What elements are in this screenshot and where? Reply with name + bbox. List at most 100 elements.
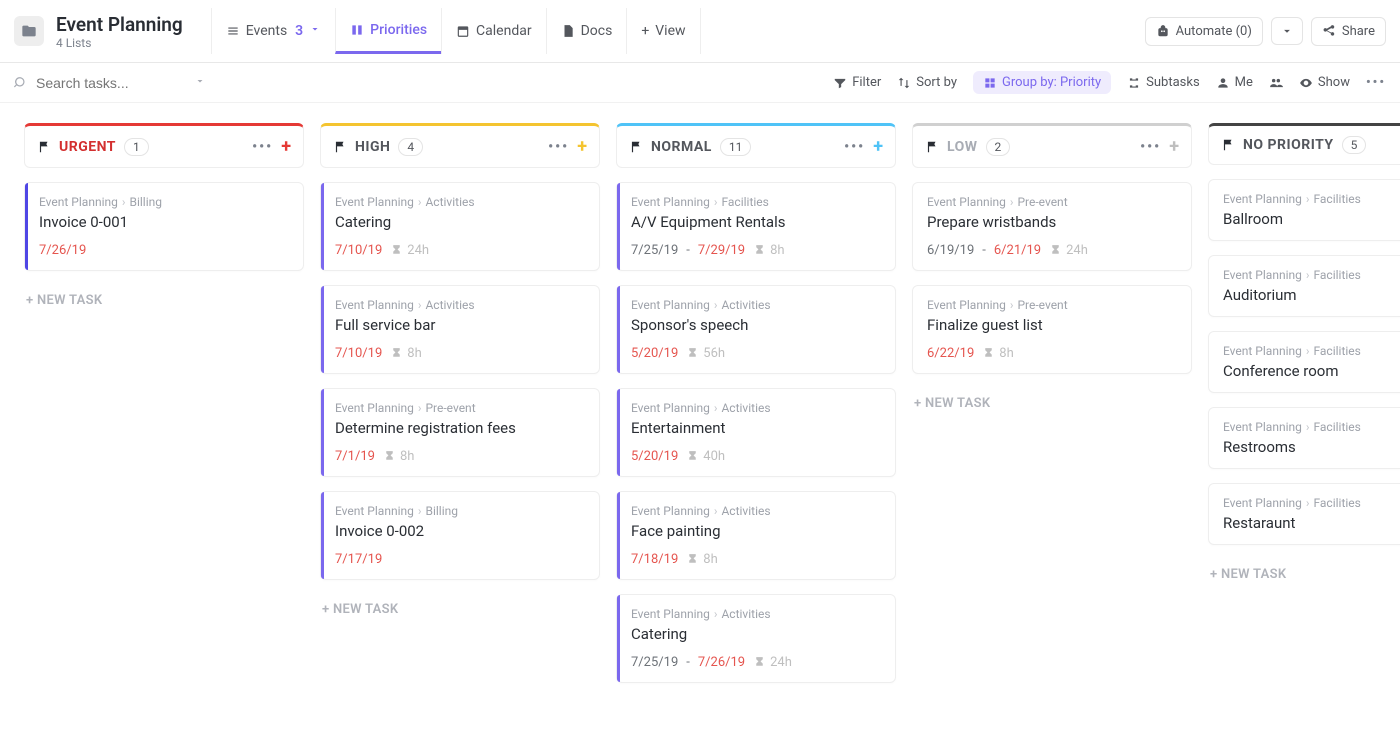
task-date: 7/26/19 bbox=[39, 243, 86, 258]
new-task-button[interactable]: + NEW TASK bbox=[24, 285, 304, 316]
breadcrumb: Event Planning›Activities bbox=[631, 401, 881, 415]
assignees-button[interactable] bbox=[1269, 76, 1283, 90]
filter-button[interactable]: Filter bbox=[833, 75, 881, 90]
task-card[interactable]: Event Planning›Activities Catering 7/25/… bbox=[616, 594, 896, 683]
show-button[interactable]: Show bbox=[1299, 75, 1350, 90]
automate-dropdown[interactable] bbox=[1271, 17, 1303, 45]
task-title: Catering bbox=[631, 625, 881, 643]
new-task-button[interactable]: + NEW TASK bbox=[912, 388, 1192, 419]
breadcrumb: Event Planning›Activities bbox=[631, 298, 881, 312]
column-header-normal: NORMAL 11 ••• + bbox=[616, 123, 896, 168]
column-low: LOW 2 ••• + Event Planning›Pre-event Pre… bbox=[912, 123, 1192, 419]
task-title: Auditorium bbox=[1223, 286, 1400, 304]
me-button[interactable]: Me bbox=[1216, 75, 1253, 90]
breadcrumb: Event Planning›Billing bbox=[39, 195, 289, 209]
hourglass-icon: 8h bbox=[686, 552, 717, 567]
task-card[interactable]: Event Planning›Activities Entertainment … bbox=[616, 388, 896, 477]
task-title: Conference room bbox=[1223, 362, 1400, 380]
column-menu-icon[interactable]: ••• bbox=[1140, 139, 1161, 155]
breadcrumb: Event Planning›Facilities bbox=[1223, 268, 1400, 282]
tab-add-view[interactable]: + View bbox=[626, 8, 700, 54]
breadcrumb: Event Planning›Pre-event bbox=[927, 195, 1177, 209]
task-card[interactable]: Event Planning›Pre-event Prepare wristba… bbox=[912, 182, 1192, 271]
task-card[interactable]: Event Planning›Facilities Restrooms bbox=[1208, 407, 1400, 469]
top-header: Event Planning 4 Lists Events 3 Prioriti… bbox=[0, 0, 1400, 63]
sort-button[interactable]: Sort by bbox=[897, 75, 957, 90]
task-card[interactable]: Event Planning›Activities Catering 7/10/… bbox=[320, 182, 600, 271]
column-high: HIGH 4 ••• + Event Planning›Activities C… bbox=[320, 123, 600, 625]
task-card[interactable]: Event Planning›Activities Face painting … bbox=[616, 491, 896, 580]
kanban-board: URGENT 1 ••• + Event Planning›Billing In… bbox=[0, 103, 1400, 737]
task-title: Prepare wristbands bbox=[927, 213, 1177, 231]
folder-title-box: Event Planning 4 Lists bbox=[56, 13, 183, 50]
flag-icon bbox=[629, 140, 643, 154]
column-menu-icon[interactable]: ••• bbox=[548, 139, 569, 155]
task-title: Full service bar bbox=[335, 316, 585, 334]
column-add-icon[interactable]: + bbox=[577, 136, 587, 157]
search-box bbox=[14, 75, 234, 91]
task-title: Finalize guest list bbox=[927, 316, 1177, 334]
automate-button[interactable]: Automate (0) bbox=[1145, 17, 1263, 46]
column-menu-icon[interactable]: ••• bbox=[252, 139, 273, 155]
plus-icon: + bbox=[641, 23, 649, 39]
tab-events[interactable]: Events 3 bbox=[211, 8, 335, 54]
breadcrumb: Event Planning›Activities bbox=[335, 298, 585, 312]
task-card[interactable]: Event Planning›Billing Invoice 0-002 7/1… bbox=[320, 491, 600, 580]
task-title: Entertainment bbox=[631, 419, 881, 437]
task-title: Restaraunt bbox=[1223, 514, 1400, 532]
page-title: Event Planning bbox=[56, 13, 183, 36]
tab-docs[interactable]: Docs bbox=[546, 8, 627, 54]
subtasks-button[interactable]: Subtasks bbox=[1127, 75, 1200, 90]
folder-icon bbox=[14, 16, 44, 46]
flag-icon bbox=[333, 140, 347, 154]
task-title: Sponsor's speech bbox=[631, 316, 881, 334]
task-title: Ballroom bbox=[1223, 210, 1400, 228]
flag-icon bbox=[37, 140, 51, 154]
task-card[interactable]: Event Planning›Facilities Restaraunt bbox=[1208, 483, 1400, 545]
search-dropdown-icon[interactable] bbox=[194, 75, 206, 91]
breadcrumb: Event Planning›Facilities bbox=[1223, 344, 1400, 358]
column-add-icon[interactable]: + bbox=[1169, 136, 1179, 157]
hourglass-icon: 40h bbox=[686, 449, 725, 464]
task-card[interactable]: Event Planning›Facilities Conference roo… bbox=[1208, 331, 1400, 393]
task-card[interactable]: Event Planning›Billing Invoice 0-001 7/2… bbox=[24, 182, 304, 271]
views-tabs: Events 3 Priorities Calendar Docs + View bbox=[211, 8, 701, 54]
column-add-icon[interactable]: + bbox=[873, 136, 883, 157]
task-card[interactable]: Event Planning›Facilities Auditorium bbox=[1208, 255, 1400, 317]
breadcrumb: Event Planning›Pre-event bbox=[927, 298, 1177, 312]
column-header-low: LOW 2 ••• + bbox=[912, 123, 1192, 168]
breadcrumb: Event Planning›Facilities bbox=[1223, 496, 1400, 510]
column-header-high: HIGH 4 ••• + bbox=[320, 123, 600, 168]
breadcrumb: Event Planning›Activities bbox=[631, 607, 881, 621]
task-title: Face painting bbox=[631, 522, 881, 540]
chevron-down-icon bbox=[309, 23, 321, 39]
hourglass-icon: 8h bbox=[390, 346, 421, 361]
task-card[interactable]: Event Planning›Pre-event Finalize guest … bbox=[912, 285, 1192, 374]
page-subtitle: 4 Lists bbox=[56, 36, 183, 50]
tab-calendar[interactable]: Calendar bbox=[441, 8, 546, 54]
task-card[interactable]: Event Planning›Activities Full service b… bbox=[320, 285, 600, 374]
column-normal: NORMAL 11 ••• + Event Planning›Facilitie… bbox=[616, 123, 896, 697]
tab-priorities[interactable]: Priorities bbox=[335, 8, 441, 54]
new-task-button[interactable]: + NEW TASK bbox=[320, 594, 600, 625]
search-input[interactable] bbox=[36, 75, 186, 91]
new-task-button[interactable]: + NEW TASK bbox=[1208, 559, 1400, 590]
breadcrumb: Event Planning›Facilities bbox=[631, 195, 881, 209]
hourglass-icon: 24h bbox=[1049, 243, 1088, 258]
task-card[interactable]: Event Planning›Pre-event Determine regis… bbox=[320, 388, 600, 477]
more-options-icon[interactable]: ••• bbox=[1366, 75, 1386, 90]
task-card[interactable]: Event Planning›Activities Sponsor's spee… bbox=[616, 285, 896, 374]
task-card[interactable]: Event Planning›Facilities A/V Equipment … bbox=[616, 182, 896, 271]
column-urgent: URGENT 1 ••• + Event Planning›Billing In… bbox=[24, 123, 304, 316]
task-title: Invoice 0-001 bbox=[39, 213, 289, 231]
task-card[interactable]: Event Planning›Facilities Ballroom bbox=[1208, 179, 1400, 241]
column-add-icon[interactable]: + bbox=[281, 136, 291, 157]
task-title: Catering bbox=[335, 213, 585, 231]
column-menu-icon[interactable]: ••• bbox=[844, 139, 865, 155]
share-button[interactable]: Share bbox=[1311, 17, 1386, 46]
hourglass-icon: 24h bbox=[390, 243, 429, 258]
group-by-button[interactable]: Group by: Priority bbox=[973, 71, 1111, 94]
hourglass-icon: 56h bbox=[686, 346, 725, 361]
column-no-priority: NO PRIORITY 5 ••• Event Planning›Facilit… bbox=[1208, 123, 1400, 590]
task-title: Determine registration fees bbox=[335, 419, 585, 437]
